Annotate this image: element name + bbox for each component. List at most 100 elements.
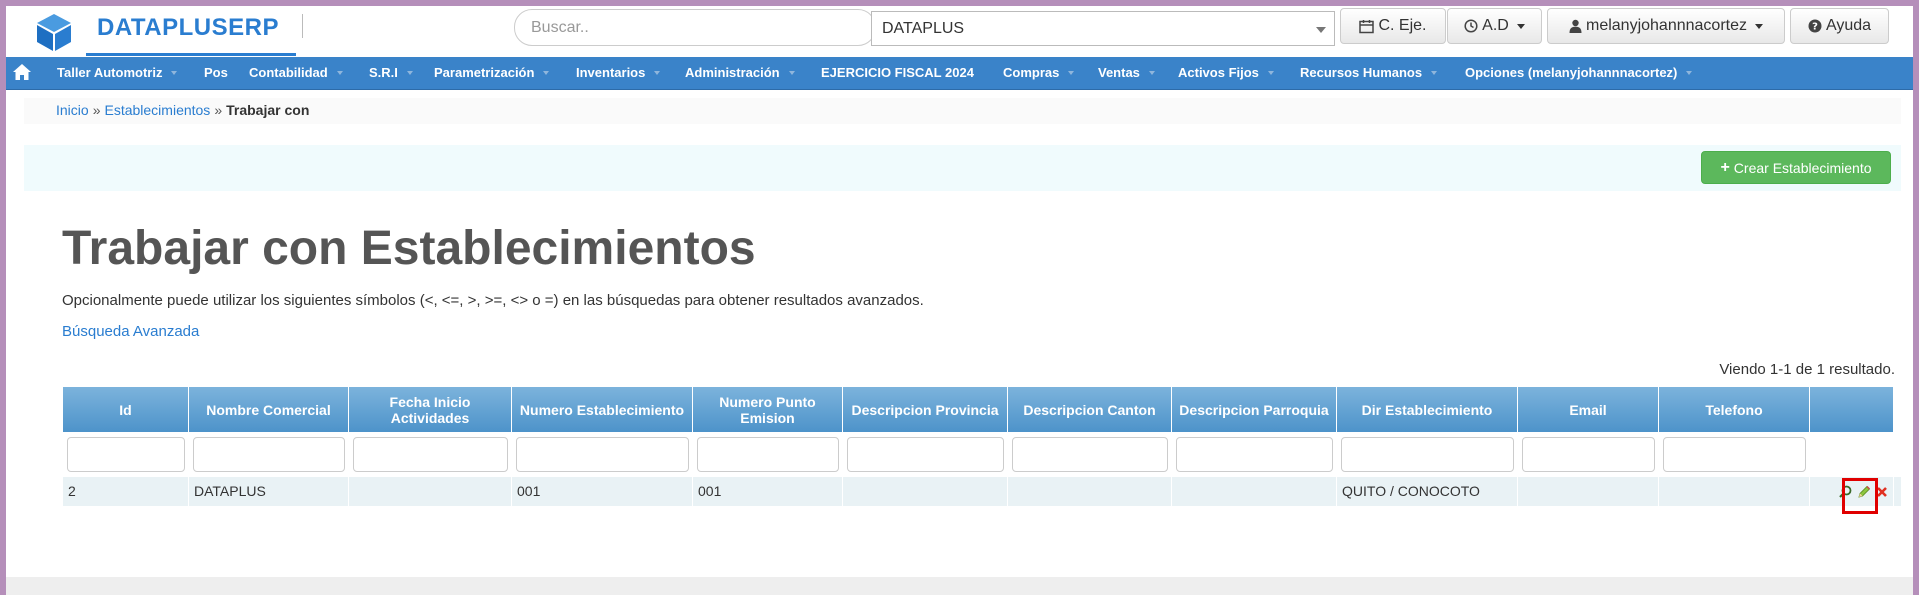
filter-nombre-comercial-input[interactable] (193, 437, 345, 472)
cell-descripcion-provincia (843, 477, 1008, 506)
nav-recursos-humanos[interactable]: Recursos Humanos (1300, 65, 1438, 80)
column-header-telefono[interactable]: Telefono (1659, 387, 1810, 432)
ejercicio-label: C. Eje. (1378, 17, 1427, 34)
caret-down-icon (654, 70, 661, 75)
cube-logo-icon (37, 14, 71, 51)
nav-activos-fijos[interactable]: Activos Fijos (1178, 65, 1274, 80)
cell-numero-punto-emision: 001 (693, 477, 843, 506)
action-bar: + Crear Establecimiento (24, 145, 1901, 191)
filter-descripcion-provincia-input[interactable] (847, 437, 1004, 472)
caret-down-icon (788, 70, 795, 75)
filter-telefono-input[interactable] (1663, 437, 1806, 472)
nav-ventas[interactable]: Ventas (1098, 65, 1155, 80)
user-icon (1569, 19, 1582, 33)
search-hint-text: Opcionalmente puede utilizar los siguien… (62, 292, 924, 309)
edit-action-highlight (1842, 478, 1878, 514)
top-header: DATAPLUSERP DATAPLUS C. Eje. A.D (6, 6, 1913, 56)
caret-down-icon (1068, 70, 1075, 75)
main-navbar: Taller Automotriz Pos Contabilidad S.R.I… (6, 57, 1913, 90)
svg-text:?: ? (1812, 22, 1818, 33)
footer-bar (6, 577, 1913, 595)
help-label: Ayuda (1825, 17, 1872, 34)
cell-id: 2 (63, 477, 189, 506)
column-header-descripcion-parroquia[interactable]: Descripcion Parroquia (1172, 387, 1337, 432)
column-header-nombre-comercial[interactable]: Nombre Comercial (189, 387, 349, 432)
nav-opciones[interactable]: Opciones (melanyjohannnacortez) (1465, 65, 1693, 80)
cell-descripcion-parroquia (1172, 477, 1337, 506)
cell-dir-establecimiento: QUITO / CONOCOTO (1337, 477, 1518, 506)
caret-down-icon (1686, 70, 1693, 75)
caret-down-icon (171, 70, 178, 75)
filter-descripcion-parroquia-input[interactable] (1176, 437, 1333, 472)
ad-label: A.D (1482, 17, 1509, 34)
create-establecimiento-label: Crear Establecimiento (1733, 159, 1872, 176)
advanced-search-link[interactable]: Búsqueda Avanzada (62, 323, 199, 340)
caret-down-icon (336, 70, 343, 75)
plus-icon: + (1720, 158, 1730, 176)
nav-contabilidad[interactable]: Contabilidad (249, 65, 343, 80)
user-label: melanyjohannnacortez (1586, 17, 1747, 34)
breadcrumb-current: Trabajar con (226, 102, 310, 118)
results-summary: Viendo 1-1 de 1 resultado. (1719, 361, 1895, 378)
user-dropdown-button[interactable]: melanyjohannnacortez (1547, 8, 1785, 44)
nav-parametrizacion[interactable]: Parametrización (434, 65, 550, 80)
caret-down-icon (1267, 70, 1274, 75)
help-button[interactable]: ? Ayuda (1790, 8, 1889, 44)
clock-icon (1464, 19, 1478, 33)
column-header-actions (1810, 387, 1894, 432)
column-header-email[interactable]: Email (1518, 387, 1659, 432)
filter-descripcion-canton-input[interactable] (1012, 437, 1168, 472)
nav-sri[interactable]: S.R.I (369, 65, 413, 80)
filter-id-input[interactable] (67, 437, 185, 472)
cell-fecha-inicio (349, 477, 512, 506)
nav-taller-automotriz[interactable]: Taller Automotriz (57, 65, 178, 80)
ejercicio-button[interactable]: C. Eje. (1340, 8, 1446, 44)
filter-dir-establecimiento-input[interactable] (1341, 437, 1514, 472)
company-select[interactable]: DATAPLUS (871, 11, 1335, 46)
filter-numero-punto-emision-input[interactable] (697, 437, 839, 472)
header-divider (302, 14, 303, 38)
company-select-value: DATAPLUS (882, 20, 965, 37)
filter-fecha-inicio-input[interactable] (353, 437, 508, 472)
column-header-numero-establecimiento[interactable]: Numero Establecimiento (512, 387, 693, 432)
home-icon[interactable] (12, 62, 32, 82)
cell-nombre-comercial: DATAPLUS (189, 477, 349, 506)
column-header-fecha-inicio[interactable]: Fecha Inicio Actividades (349, 387, 512, 432)
establecimientos-table: Id Nombre Comercial Fecha Inicio Activid… (63, 387, 1901, 506)
ad-dropdown-button[interactable]: A.D (1447, 8, 1542, 44)
breadcrumb-separator: » (214, 102, 223, 118)
column-header-descripcion-canton[interactable]: Descripcion Canton (1008, 387, 1172, 432)
app-window: DATAPLUSERP DATAPLUS C. Eje. A.D (6, 6, 1913, 595)
table-row[interactable]: 2 DATAPLUS 001 001 QUITO / CONOCOTO (63, 477, 1901, 506)
brand-name[interactable]: DATAPLUSERP (97, 14, 279, 42)
cell-email (1518, 477, 1659, 506)
column-header-numero-punto-emision[interactable]: Numero Punto Emision (693, 387, 843, 432)
column-header-descripcion-provincia[interactable]: Descripcion Provincia (843, 387, 1008, 432)
column-header-id[interactable]: Id (63, 387, 189, 432)
breadcrumb-establecimientos-link[interactable]: Establecimientos (104, 102, 210, 118)
breadcrumb-home-link[interactable]: Inicio (56, 102, 89, 118)
create-establecimiento-button[interactable]: + Crear Establecimiento (1701, 151, 1891, 184)
brand-underline (86, 53, 296, 56)
cell-telefono (1659, 477, 1810, 506)
calendar-icon (1359, 19, 1375, 33)
nav-administracion[interactable]: Administración (685, 65, 795, 80)
nav-ejercicio-fiscal[interactable]: EJERCICIO FISCAL 2024 (821, 65, 974, 80)
nav-compras[interactable]: Compras (1003, 65, 1075, 80)
chevron-down-icon (1316, 27, 1326, 33)
caret-down-icon (1431, 70, 1438, 75)
filter-numero-establecimiento-input[interactable] (516, 437, 689, 472)
table-header-row: Id Nombre Comercial Fecha Inicio Activid… (63, 387, 1901, 432)
nav-inventarios[interactable]: Inventarios (576, 65, 661, 80)
caret-down-icon (1755, 23, 1763, 29)
filter-email-input[interactable] (1522, 437, 1655, 472)
page-title: Trabajar con Establecimientos (62, 222, 756, 275)
question-circle-icon: ? (1808, 19, 1822, 33)
caret-down-icon (1516, 23, 1525, 29)
caret-down-icon (543, 70, 550, 75)
breadcrumb: Inicio» Establecimientos» Trabajar con (24, 98, 1901, 124)
nav-pos[interactable]: Pos (204, 65, 228, 80)
column-header-dir-establecimiento[interactable]: Dir Establecimiento (1337, 387, 1518, 432)
search-input[interactable] (514, 9, 876, 46)
table-filter-row (63, 432, 1901, 477)
